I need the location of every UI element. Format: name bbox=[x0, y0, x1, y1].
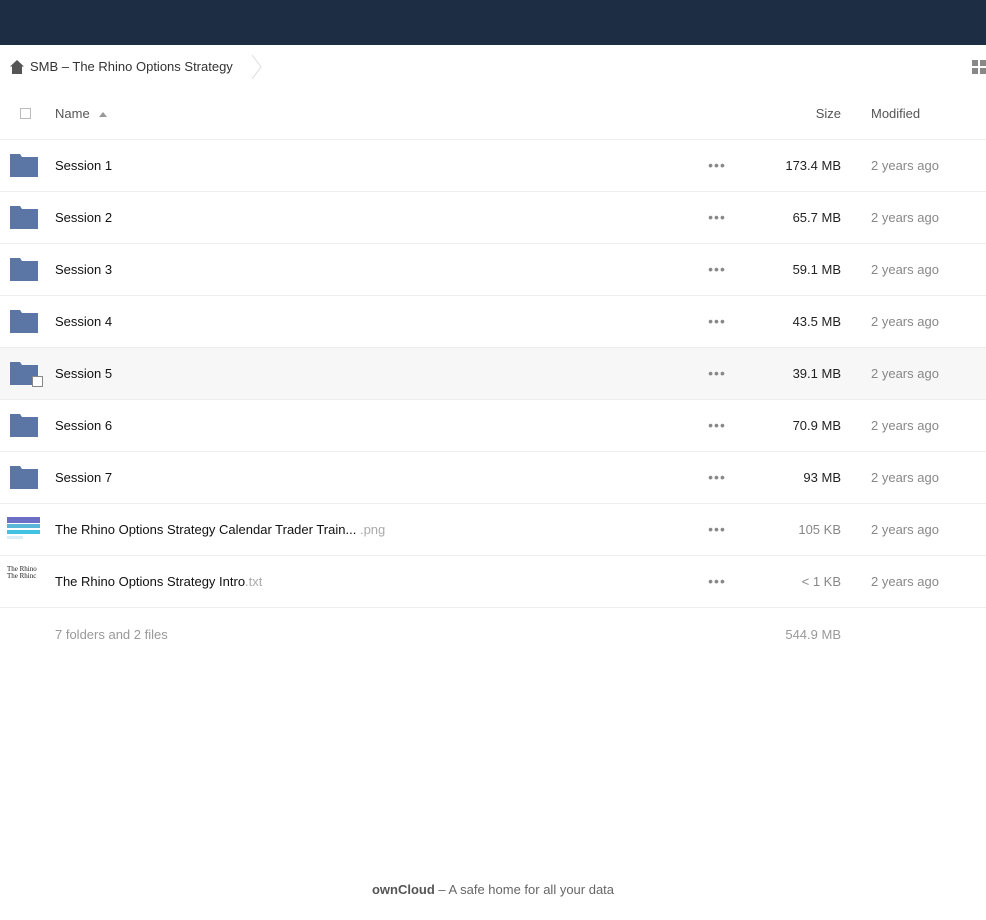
file-modified: 2 years ago bbox=[871, 262, 939, 277]
file-modified: 2 years ago bbox=[871, 366, 939, 381]
file-row[interactable]: Session 5 ••• 39.1 MB 2 years ago bbox=[0, 348, 986, 400]
file-row[interactable]: Session 3 ••• 59.1 MB 2 years ago bbox=[0, 244, 986, 296]
file-row[interactable]: The Rhino The Rhinc The Rhino Options St… bbox=[0, 556, 986, 608]
select-all-checkbox[interactable] bbox=[20, 108, 31, 119]
home-icon[interactable] bbox=[9, 59, 25, 75]
file-size: 70.9 MB bbox=[792, 418, 841, 433]
file-actions-menu-icon[interactable]: ••• bbox=[707, 157, 727, 173]
folder-icon bbox=[10, 466, 38, 489]
top-navigation-bar bbox=[0, 0, 986, 45]
footer-tagline: – A safe home for all your data bbox=[434, 882, 615, 897]
file-row[interactable]: Session 4 ••• 43.5 MB 2 years ago bbox=[0, 296, 986, 348]
file-name[interactable]: Session 5 bbox=[55, 366, 112, 381]
file-actions-menu-icon[interactable]: ••• bbox=[707, 209, 727, 225]
file-row[interactable]: The Rhino Options Strategy Calendar Trad… bbox=[0, 504, 986, 556]
row-select-checkbox[interactable] bbox=[32, 376, 43, 387]
file-size: 105 KB bbox=[798, 522, 841, 537]
file-row[interactable]: Session 1 ••• 173.4 MB 2 years ago bbox=[0, 140, 986, 192]
file-name[interactable]: Session 2 bbox=[55, 210, 112, 225]
file-actions-menu-icon[interactable]: ••• bbox=[707, 469, 727, 485]
file-name[interactable]: The Rhino Options Strategy Calendar Trad… bbox=[55, 522, 385, 537]
column-size-header[interactable]: Size bbox=[816, 106, 841, 121]
file-list-header: Name Size Modified bbox=[0, 89, 986, 140]
file-modified: 2 years ago bbox=[871, 522, 939, 537]
file-size: 39.1 MB bbox=[792, 366, 841, 381]
file-modified: 2 years ago bbox=[871, 470, 939, 485]
footer: ownCloud – A safe home for all your data bbox=[0, 882, 986, 897]
file-list: Session 1 ••• 173.4 MB 2 years ago Sessi… bbox=[0, 140, 986, 608]
summary-count: 7 folders and 2 files bbox=[55, 627, 168, 642]
file-name[interactable]: Session 6 bbox=[55, 418, 112, 433]
image-thumbnail bbox=[7, 515, 40, 543]
folder-icon bbox=[10, 258, 38, 281]
file-actions-menu-icon[interactable]: ••• bbox=[707, 573, 727, 589]
file-modified: 2 years ago bbox=[871, 418, 939, 433]
column-modified-header[interactable]: Modified bbox=[871, 106, 920, 121]
text-file-thumbnail: The Rhino The Rhinc bbox=[7, 566, 37, 580]
folder-icon bbox=[10, 310, 38, 333]
file-actions-menu-icon[interactable]: ••• bbox=[707, 417, 727, 433]
summary-total-size: 544.9 MB bbox=[785, 627, 841, 642]
file-actions-menu-icon[interactable]: ••• bbox=[707, 313, 727, 329]
breadcrumb-separator-icon bbox=[251, 54, 262, 80]
grid-view-icon[interactable] bbox=[972, 60, 986, 74]
file-list-summary: 7 folders and 2 files 544.9 MB bbox=[0, 603, 986, 663]
file-actions-menu-icon[interactable]: ••• bbox=[707, 365, 727, 381]
file-row[interactable]: Session 7 ••• 93 MB 2 years ago bbox=[0, 452, 986, 504]
breadcrumb-current[interactable]: SMB – The Rhino Options Strategy bbox=[30, 59, 233, 74]
folder-icon bbox=[10, 154, 38, 177]
folder-icon bbox=[10, 414, 38, 437]
file-size: 59.1 MB bbox=[792, 262, 841, 277]
file-size: 43.5 MB bbox=[792, 314, 841, 329]
breadcrumb: SMB – The Rhino Options Strategy bbox=[0, 45, 986, 89]
file-modified: 2 years ago bbox=[871, 314, 939, 329]
file-modified: 2 years ago bbox=[871, 158, 939, 173]
file-name[interactable]: The Rhino Options Strategy Intro.txt bbox=[55, 574, 262, 589]
file-modified: 2 years ago bbox=[871, 574, 939, 589]
file-actions-menu-icon[interactable]: ••• bbox=[707, 261, 727, 277]
file-size: 93 MB bbox=[803, 470, 841, 485]
file-size: 173.4 MB bbox=[785, 158, 841, 173]
file-name[interactable]: Session 7 bbox=[55, 470, 112, 485]
footer-brand[interactable]: ownCloud bbox=[372, 882, 435, 897]
folder-icon bbox=[10, 206, 38, 229]
file-name[interactable]: Session 1 bbox=[55, 158, 112, 173]
file-size: 65.7 MB bbox=[792, 210, 841, 225]
file-modified: 2 years ago bbox=[871, 210, 939, 225]
file-name[interactable]: Session 4 bbox=[55, 314, 112, 329]
sort-ascending-icon[interactable] bbox=[99, 112, 107, 117]
file-size: < 1 KB bbox=[801, 574, 841, 589]
file-name[interactable]: Session 3 bbox=[55, 262, 112, 277]
file-actions-menu-icon[interactable]: ••• bbox=[707, 521, 727, 537]
column-name-header[interactable]: Name bbox=[55, 106, 90, 121]
file-row[interactable]: Session 2 ••• 65.7 MB 2 years ago bbox=[0, 192, 986, 244]
file-row[interactable]: Session 6 ••• 70.9 MB 2 years ago bbox=[0, 400, 986, 452]
